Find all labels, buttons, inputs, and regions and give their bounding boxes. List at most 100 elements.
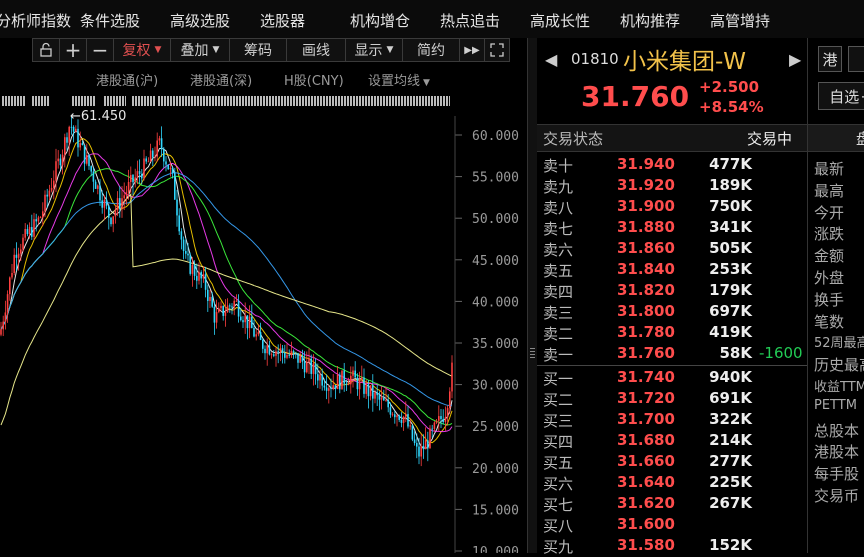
ask-row[interactable]: 卖五 31.840 253K [537, 259, 807, 280]
nav-institution-recommend[interactable]: 机构推荐 [620, 10, 680, 31]
candle-body [440, 416, 442, 419]
kline-chart-panel[interactable]: + − 复权 ▼ 叠加 ▼ 筹码 画线 显示 ▼ 简约 ▶▶ 港股通(沪) 港股… [0, 38, 527, 553]
candle-body [101, 200, 103, 208]
candle-body [48, 190, 51, 197]
nav-advanced-select[interactable]: 高级选股 [170, 10, 230, 31]
bid-row[interactable]: 买二 31.720 691K [537, 388, 807, 409]
candle-body [383, 397, 385, 401]
candle-body [248, 316, 251, 329]
prev-stock-icon[interactable]: ◀ [545, 50, 557, 69]
ask-row[interactable]: 卖十 31.940 477K [537, 154, 807, 175]
candle-body [259, 332, 262, 340]
candle-body [53, 180, 55, 188]
bid-row[interactable]: 买三 31.700 322K [537, 409, 807, 430]
nav-condition-select[interactable]: 条件选股 [80, 10, 140, 31]
candle-body [191, 264, 194, 274]
candle-body [385, 399, 387, 401]
order-price: 31.720 [617, 389, 675, 407]
candle-body [141, 173, 143, 179]
stock-name: 小米集团-W [623, 49, 747, 75]
ask-row[interactable]: 卖六 31.860 505K [537, 238, 807, 259]
ask-row[interactable]: 卖四 31.820 179K [537, 280, 807, 301]
candle-body [240, 316, 242, 321]
hk-market-button[interactable]: 港 [818, 46, 842, 72]
add-watchlist-button[interactable]: 自选- [818, 82, 864, 110]
candle-body [132, 174, 134, 183]
order-price: 31.620 [617, 494, 675, 512]
nav-executive-increase[interactable]: 高管增持 [710, 10, 770, 31]
nav-analyst-index[interactable]: 分析师指数 [0, 10, 71, 31]
nav-hotspot[interactable]: 热点追击 [440, 10, 500, 31]
order-volume: 419K [709, 323, 752, 341]
candle-body [286, 354, 288, 358]
candle-body [435, 420, 438, 423]
candle-body [136, 171, 139, 178]
bid-row[interactable]: 买七 31.620 267K [537, 493, 807, 514]
order-volume: 322K [709, 410, 752, 428]
stat-label: 52周最高 [814, 336, 864, 352]
y-tick-label: 35.000 [472, 337, 519, 352]
bid-row[interactable]: 买一 31.740 940K [537, 367, 807, 388]
candle-body [11, 272, 13, 278]
bid-row[interactable]: 买五 31.660 277K [537, 451, 807, 472]
candle-body [222, 305, 224, 316]
order-volume: 341K [709, 218, 752, 236]
candle-body [108, 205, 110, 218]
candle-body [213, 306, 216, 323]
candle-body [398, 415, 400, 420]
y-tick-label: 50.000 [472, 212, 519, 227]
stock-code: 01810 [571, 50, 619, 68]
stat-label: 今开 [814, 203, 845, 222]
candle-body [319, 374, 321, 381]
candle-body [242, 320, 244, 323]
candle-body [325, 387, 328, 391]
ask-row[interactable]: 卖七 31.880 341K [537, 217, 807, 238]
candle-body [46, 194, 48, 197]
order-price: 31.800 [617, 302, 675, 320]
bid-row[interactable]: 买六 31.640 225K [537, 472, 807, 493]
candle-body [81, 143, 84, 145]
ask-row[interactable]: 卖三 31.800 697K [537, 301, 807, 322]
stat-label: 涨跌 [814, 225, 845, 244]
candle-body [407, 413, 409, 427]
candle-body [167, 164, 169, 170]
nav-institution-increase[interactable]: 机构增仓 [350, 10, 410, 31]
ask-row[interactable]: 卖二 31.780 419K [537, 322, 807, 343]
candle-body [424, 440, 427, 450]
candle-body [55, 161, 57, 181]
order-volume: 697K [709, 302, 752, 320]
candle-body [143, 158, 145, 179]
ask-row[interactable]: 卖八 31.900 750K [537, 196, 807, 217]
order-level-label: 卖三 [543, 304, 574, 322]
resize-grip-icon[interactable] [530, 346, 535, 358]
candle-body [235, 300, 238, 302]
candle-body [352, 370, 354, 376]
candle-body [350, 375, 352, 385]
candle-body [50, 187, 53, 191]
nav-stock-screener[interactable]: 选股器 [260, 10, 305, 31]
order-volume: 179K [709, 281, 752, 299]
bid-row[interactable]: 买八 31.600 [537, 514, 807, 535]
ask-row[interactable]: 卖一 31.760 58K -1600 [537, 343, 807, 364]
candle-body [196, 275, 198, 281]
next-stock-icon[interactable]: ▶ [789, 50, 801, 69]
candle-body [343, 370, 345, 384]
candle-body [328, 388, 330, 391]
candle-body [361, 377, 363, 380]
candle-body [220, 305, 222, 309]
candle-body [336, 374, 339, 390]
ask-row[interactable]: 卖九 31.920 189K [537, 175, 807, 196]
bid-row[interactable]: 买四 31.680 214K [537, 430, 807, 451]
candle-body [405, 413, 407, 417]
nav-high-growth[interactable]: 高成长性 [530, 10, 590, 31]
hk-market-button-2[interactable] [848, 46, 864, 72]
order-level-label: 卖二 [543, 325, 574, 343]
candle-body [149, 150, 152, 162]
candle-body [303, 361, 306, 373]
ma-line [0, 153, 453, 433]
candle-body [255, 334, 257, 337]
y-tick-label: 30.000 [472, 379, 519, 394]
annotations: ←61.450 [70, 109, 126, 124]
candle-body [64, 137, 66, 155]
kline-chart[interactable]: 60.000 55.000 50.000 45.000 40.000 35.000 30.0… [0, 38, 527, 553]
